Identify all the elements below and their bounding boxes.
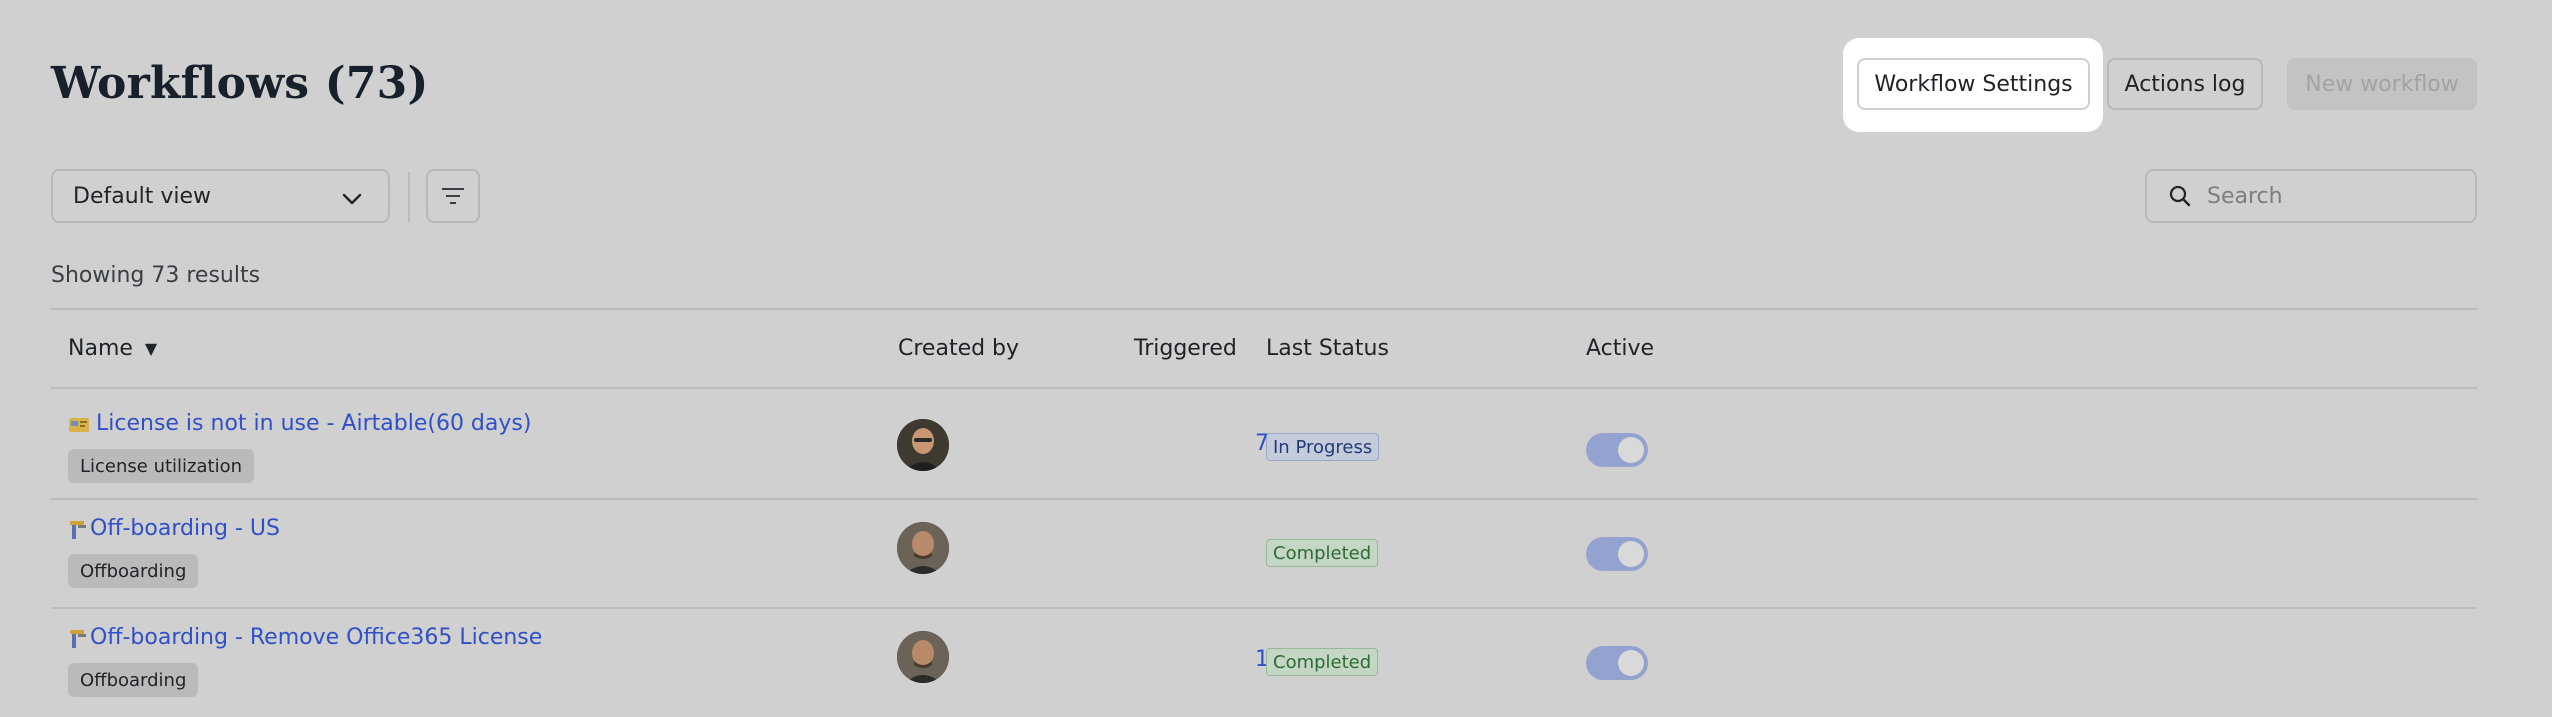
header-divider [51,387,2477,389]
status-badge: Completed [1266,539,1379,567]
column-header-last-status: Last Status [1266,336,1389,361]
column-header-created-by: Created by [898,336,1020,361]
page-title: Workflows (73) [51,58,429,109]
filter-button[interactable] [426,169,480,223]
chevron-down-icon [342,193,362,205]
workflow-tag: License utilization [68,449,255,483]
offboarding-icon [70,630,86,648]
workflow-name-link[interactable]: Off-boarding - US [90,516,280,541]
search-box[interactable] [2145,169,2477,223]
workflows-page: Workflows (73) Workflow Settings Actions… [0,0,2552,716]
column-header-triggered: Triggered [1134,336,1237,361]
avatar [897,631,949,683]
status-badge: In Progress [1266,433,1380,461]
column-header-name[interactable]: Name ▼ [68,336,157,361]
license-icon [69,418,89,432]
toggle-knob [1618,437,1644,463]
column-header-active: Active [1586,336,1655,361]
toggle-knob [1618,650,1644,676]
status-badge: Completed [1266,648,1379,676]
workflow-name-link[interactable]: License is not in use - Airtable(60 days… [96,411,531,436]
offboarding-icon [70,521,86,539]
active-toggle[interactable] [1586,537,1648,571]
table-row: License is not in use - Airtable(60 days… [51,391,2477,499]
toolbar-divider [408,172,410,222]
search-input[interactable] [2205,182,2459,210]
actions-log-button[interactable]: Actions log [2107,58,2263,110]
active-toggle[interactable] [1586,433,1648,467]
toggle-knob [1618,541,1644,567]
table-top-divider [51,308,2477,310]
active-toggle[interactable] [1586,646,1648,680]
results-count: Showing 73 results [51,263,261,288]
search-icon [2169,185,2191,207]
avatar [897,522,949,574]
view-select-label: Default view [73,183,212,209]
table-row: Off-boarding - Remove Office365 License … [51,609,2477,717]
new-workflow-button[interactable]: New workflow [2287,58,2477,110]
view-select[interactable]: Default view [51,169,390,223]
filter-icon [442,188,464,204]
workflow-tag: Offboarding [68,554,199,588]
workflow-name-link[interactable]: Off-boarding - Remove Office365 License [90,625,542,650]
avatar [897,419,949,471]
table-row: Off-boarding - US Offboarding 3 Complete… [51,500,2477,608]
workflow-tag: Offboarding [68,663,199,697]
column-header-name-label: Name [68,336,133,361]
sort-desc-icon: ▼ [144,339,158,358]
workflow-settings-button[interactable]: Workflow Settings [1857,58,2090,110]
